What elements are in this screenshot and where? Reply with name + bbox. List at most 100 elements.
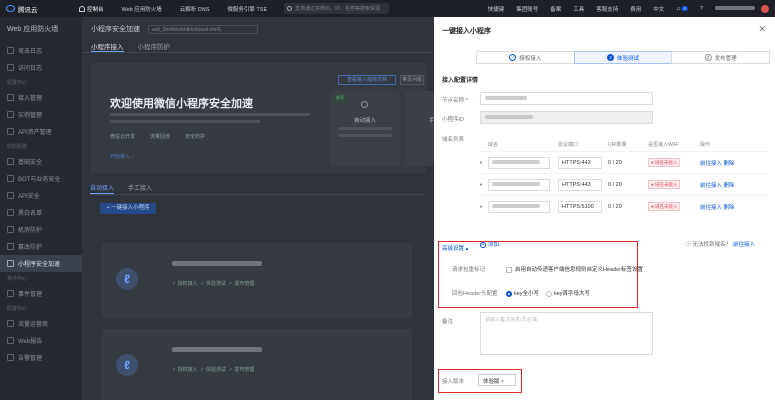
radio-lowercase[interactable]: key全小写 [506,289,539,297]
sidebar-item-tamper-protect[interactable]: 篡改防护 [0,238,82,255]
node-name-input[interactable] [480,92,653,105]
domain-cell[interactable] [488,200,550,213]
start-access-link[interactable]: 开始接入 › [110,153,133,160]
sidebar-item-event-mgmt[interactable]: 事件管理 [0,285,82,302]
sidebar-item-traffic[interactable]: 流量运营商 [0,315,82,332]
sidebar-item-attack-log[interactable]: 攻击日志 [0,42,82,59]
sidebar-item-access-mgmt[interactable]: 接入管理 [0,89,82,106]
add-miniprogram-button[interactable]: + 一键接入小程序 [100,203,156,214]
radio-unselected[interactable] [546,290,552,297]
shortcut-link[interactable]: 快捷键 [482,5,511,13]
step-publish[interactable]: 3 发布管理 [671,51,771,64]
sidebar-item-room-protect[interactable]: 机房防护 [0,221,82,238]
delete-link[interactable]: 删除 [724,205,735,211]
expand-icon[interactable]: ▸ [480,182,488,188]
tab-miniprogram-protect[interactable]: 小程序防护 [138,41,171,52]
sidebar-item-access-log[interactable]: 访问日志 [0,59,82,76]
domain-redacted [492,182,540,187]
header-mark-option[interactable]: 启用自动传递客户端信息规则自定义Header标签设置 [506,265,643,273]
sidebar-item-bot-security[interactable]: BOT与业务安全 [0,170,82,187]
sidebar-item-web-report[interactable]: Web报告 [0,332,82,349]
version-select[interactable]: 体验版 ▾ [478,374,516,386]
message-button[interactable]: ♫ 4 [670,5,694,12]
faq-button[interactable]: 常见问题 [400,75,424,85]
advanced-settings-toggle[interactable]: 高级设置 ▴ [442,244,468,252]
nav-link-dns[interactable]: 云解析 DNS [171,5,219,13]
billing-link[interactable]: 费用 [624,5,647,13]
tab-manual-access[interactable]: 手工接入 [128,183,152,194]
sidebar-group-label: 配置中心 [7,80,28,86]
close-icon[interactable]: ✕ [758,24,766,35]
domain-redacted [492,160,540,165]
port-cell[interactable]: HTTPS:5100 [558,200,602,213]
home-icon [79,5,85,12]
language-link[interactable]: 中文 [647,5,670,13]
expand-icon[interactable]: ▸ [480,160,488,166]
port-cell[interactable]: HTTPS:443 [558,178,602,191]
miniprogram-icon: ℓ [116,354,138,376]
sidebar: Web 应用防火墙 攻击日志 访问日志 配置中心 接入管理 实例管理 API资产… [0,17,82,400]
miniprogram-card[interactable]: ℓ ✓ 授权接入 ✓ 体验测试 ✓ 发布管理 [102,329,412,400]
remark-textarea[interactable]: 请输入备注信息(非必填) [480,312,653,355]
avatar[interactable] [761,4,769,13]
step-authorize[interactable]: ✓ 授权接入 [476,51,575,64]
checkbox[interactable] [506,266,512,273]
user-account[interactable] [709,6,761,12]
feature-option: 流量回流 [150,134,171,140]
access-drawer: 一键接入小程序 ✕ ✓ 授权接入 2 体验测试 3 发布管理 接入配置详情 节点名称 … [434,17,775,400]
help-button[interactable]: ? [694,6,709,12]
support-link[interactable]: 客服支持 [590,5,624,13]
delete-link[interactable]: 删除 [724,183,735,189]
goto-access-link[interactable]: 前往接入 [700,183,722,189]
goto-access-link[interactable]: 前往接入 [700,161,722,167]
domain-cell[interactable] [488,156,550,169]
group-account-link[interactable]: 集团账号 [510,5,544,13]
expand-icon[interactable]: ▸ [480,204,488,210]
tab-miniprogram-access[interactable]: 小程序接入 [91,41,124,52]
uri-count: 0 / 20 [608,159,622,166]
waf-status-text: 域名未接入 [654,203,678,209]
goto-access-link[interactable]: 前往接入 [700,205,722,211]
icp-link[interactable]: 备案 [544,5,567,13]
appid-label: 小程序ID [442,117,465,123]
col-waf: 是否接入WAF [648,142,679,148]
nav-link-tse[interactable]: 微服务引擎 TSE [218,5,276,13]
sidebar-item-alert[interactable]: 告警管理 [0,349,82,366]
console-link[interactable]: 控制台 [70,5,113,13]
delete-link[interactable]: 删除 [724,161,735,167]
sidebar-item-blacklist[interactable]: 黑白名单 [0,204,82,221]
sidebar-group-label: 防护配置 [7,144,28,150]
sidebar-item-miniprogram[interactable]: 小程序安全加速 [0,255,82,272]
step-label: 发布管理 [714,55,737,62]
help-goto-link[interactable]: 前往接入 [733,242,755,248]
col-actions: 操作 [700,142,711,148]
top-bar: 腾讯云 控制台 Web 应用防火墙 云解析 DNS 微服务引擎 TSE 支持通过… [0,0,775,17]
domain-cell[interactable] [488,178,550,191]
version-value: 体验版 [483,379,500,385]
sidebar-item-basic-security[interactable]: 基础安全 [0,153,82,170]
table-header: 域名 协议端口 URI数量 是否接入WAF 操作 [480,138,768,151]
sidebar-item-api-assets[interactable]: API资产管理 [0,123,82,140]
manual-access-card[interactable]: 手动接入 [405,91,434,166]
instance-selector[interactable]: waf_2bxhbkzbhtkhzb(waf-zte4) [148,24,258,34]
guide-doc-button[interactable]: 查看接入指南文档 [338,75,396,85]
node-name-label: 节点名称 * [442,96,468,104]
sidebar-item-instance-mgmt[interactable]: 实例管理 [0,106,82,123]
domain-redacted [492,204,540,209]
port-cell[interactable]: HTTPS:443 [558,156,602,169]
tools-link[interactable]: 工具 [567,5,590,13]
waf-status-badge: ● 域名未接入 [648,179,681,189]
tab-auto-access[interactable]: 自动接入 [90,183,115,194]
brand-logo[interactable]: 腾讯云 [0,4,70,14]
radio-capitalize[interactable]: key首字母大写 [546,289,590,297]
main-content: 小程序安全加速 waf_2bxhbkzbhtkhzb(waf-zte4) 小程序… [82,17,434,400]
step-test[interactable]: 2 体验测试 [573,51,673,64]
auto-access-card[interactable]: 推荐 自动接入 [330,91,400,166]
step-label: 授权接入 [519,55,542,62]
radio-selected[interactable] [506,290,512,297]
miniprogram-card[interactable]: ℓ ✓ 授权接入 ✓ 体验测试 ✓ 发布管理 [102,243,412,318]
table-row: ▸ HTTPS:5100 0 / 20 ● 域名未接入 前往接入 删除 [480,195,768,217]
global-search-input[interactable]: 支持通过实例ID、IP、名称等搜索资源 [284,3,390,14]
nav-link-waf[interactable]: Web 应用防火墙 [113,5,171,13]
sidebar-item-api-security[interactable]: API安全 [0,187,82,204]
